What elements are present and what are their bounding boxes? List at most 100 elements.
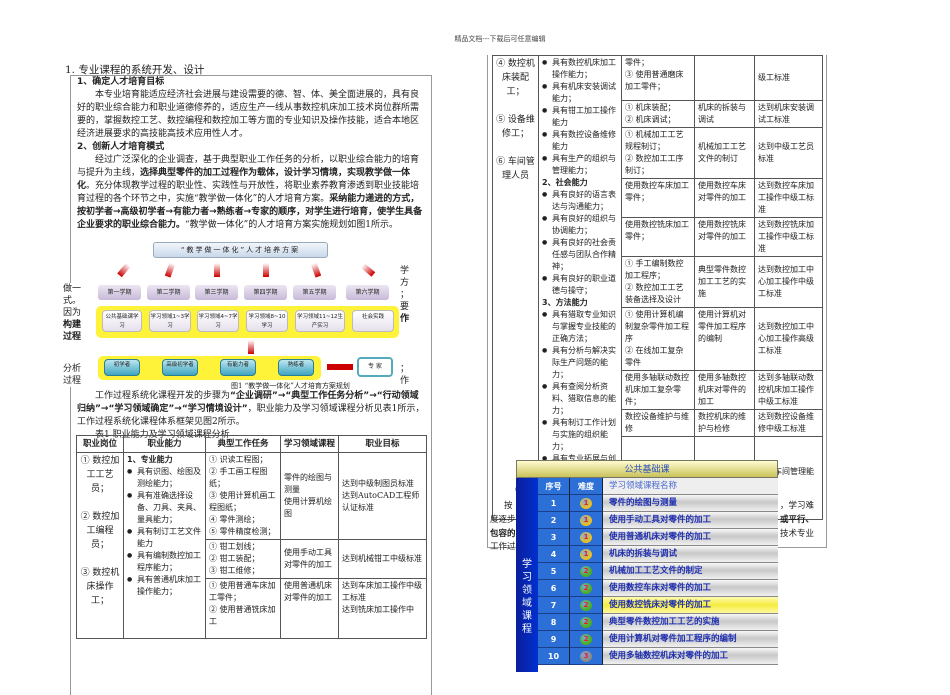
- difficulty-badge-icon: 2: [580, 566, 592, 577]
- course-row: 5 2 机械加工工艺文件的制定: [538, 563, 778, 580]
- goal-cell: 达到车床加工操作中级工标准 达到铣床加工操作中: [338, 578, 427, 639]
- ability-item: 具有猎取专业知识与掌握专业技能的正确方法；: [542, 309, 618, 345]
- course-name: 使用普通机床对零件的加工: [603, 529, 778, 546]
- course-number: 5: [538, 563, 570, 580]
- figure-title: 公共基础课: [516, 460, 778, 478]
- ability-item: 具有识图、绘图及测绘能力；: [127, 466, 202, 490]
- course-name: 使用计算机对零件加工程序的编制: [603, 631, 778, 648]
- difficulty-badge-icon: 2: [580, 617, 592, 628]
- figure-1-diagram: “教学做一体化”人才培养方案 第一学期 第二学期 第三学期 第四学期 第五学期 …: [71, 238, 431, 388]
- course-number: 6: [538, 580, 570, 597]
- diagram-banner: “教学做一体化”人才培养方案: [153, 242, 328, 258]
- task-cell: ① 使用计算机编制复杂零件加工程序 ② 在线加工复杂零件: [621, 307, 695, 371]
- difficulty-cell: 2: [570, 580, 603, 597]
- post: ⑥ 车间管理人员: [496, 157, 535, 181]
- difficulty-cell: 1: [570, 495, 603, 512]
- arrow-icon: [360, 263, 376, 277]
- post: ② 数控加工编程员；: [80, 512, 120, 550]
- side-frag: 过程: [63, 332, 82, 342]
- course-list-figure: 公共基础课 学习领域课程 序号 难度 学习领域课程名称 1 1 零件的绘图与测量 2 1 使用手…: [516, 460, 778, 672]
- paragraph-1: 本专业培育能适应经济社会进展与建设需要的德、智、体、美全面进展的，具有良好的职业…: [77, 90, 420, 139]
- ability-item: 具有准确选择设备、刀具、夹具、量具能力；: [127, 490, 202, 526]
- difficulty-badge-icon: 1: [580, 515, 592, 526]
- header-note: 精品文档---下载后可任意编辑: [454, 35, 546, 43]
- expert-box: 专 家: [357, 357, 393, 377]
- heading-1: 1、确定人才培育目标: [77, 77, 165, 87]
- post: ③ 数控机床操作工；: [80, 568, 120, 606]
- course-name: 使用手动工具对零件的加工: [603, 512, 778, 529]
- course-cell: 使用计算机对零件加工程序的编制: [694, 307, 755, 371]
- course-name: 机床的拆装与调试: [603, 546, 778, 563]
- post: ⑤ 设备维修工；: [496, 115, 535, 139]
- paragraph-3: 工作过程系统化课程开发的步骤为“企业调研”→“典型工作任务分析”→“行动领域归纳…: [77, 390, 427, 429]
- semester-6: 第六学期: [346, 285, 389, 300]
- semester-4: 第四学期: [244, 285, 287, 300]
- goal-cell: 达到数控铣床加工操作中级工标准: [754, 217, 823, 257]
- side-frag: ；: [400, 290, 410, 300]
- ability-table-part1: 职业岗位 职业能力 典型工作任务 学习领域课程 职业目标 ① 数控加工工艺员； …: [76, 435, 427, 639]
- task-cell: ① 手工编制数控加工程序； ② 数控加工工艺装备选择及设计: [621, 256, 695, 308]
- course-cell: 典型零件数控加工工艺的实施: [694, 256, 755, 308]
- side-frag: 分析: [63, 364, 82, 374]
- heading-2: 2、创新人才培育模式: [77, 142, 165, 152]
- semester-5: 第五学期: [293, 285, 336, 300]
- right-text: 技术专业: [780, 529, 815, 539]
- difficulty-cell: 1: [570, 546, 603, 563]
- task-cell: 使用数控车床加工零件；: [621, 178, 695, 218]
- course-name: 零件的绘图与测量: [603, 495, 778, 512]
- course-row: 1 1 零件的绘图与测量: [538, 495, 778, 512]
- difficulty-cell: 难度: [570, 478, 603, 495]
- side-text-right: 学 方 ； 要 作 ； 作: [400, 265, 412, 387]
- col-header: 典型工作任务: [205, 435, 281, 453]
- course-row: 9 2 使用计算机对零件加工程序的编制: [538, 631, 778, 648]
- course-row: 3 1 使用普通机床对零件的加工: [538, 529, 778, 546]
- right-text: 按: [504, 501, 513, 511]
- side-frag: 方: [400, 278, 410, 288]
- course-row: 6 2 使用数控车床对零件的加工: [538, 580, 778, 597]
- side-frag: 要: [400, 302, 410, 312]
- semester-3: 第三学期: [195, 285, 238, 300]
- semester-1: 第一学期: [98, 285, 141, 300]
- side-frag: 因为: [63, 308, 82, 318]
- right-text: 度逐步: [490, 515, 516, 525]
- paragraph-2: 经过广泛深化的企业调查，基于典型职业工作任务的分析，以职业综合能力的培育与提升为…: [77, 154, 427, 232]
- goal-cell: 达到数控加工中心加工操作中级工标准: [754, 256, 823, 308]
- difficulty-cell: 1: [570, 529, 603, 546]
- task-cell: 数控设备维护与维修: [621, 409, 695, 437]
- task-cell: ① 机床装配； ② 机床调试；: [621, 100, 695, 128]
- right-text: 或平行、: [780, 515, 815, 525]
- level-1: 初学者: [104, 359, 140, 376]
- ability-heading: 2、社会能力: [542, 178, 588, 187]
- ability-table-part2: ④ 数控机床装配工； ⑤ 设备维修工； ⑥ 车间管理人员 具有数控机床加工操作能…: [492, 55, 823, 520]
- ability-item: 具有普通机床加工操作能力；: [127, 574, 202, 598]
- side-frag: 作: [400, 376, 410, 386]
- goal-cell: 达到数控设备维修中级工标准: [754, 409, 823, 437]
- course-cell: [694, 55, 755, 101]
- figure-side-label: 学习领域课程: [516, 478, 538, 672]
- course-row: 7 2 使用数控铣床对零件的加工: [538, 597, 778, 614]
- course-cell: 使用普通机床对零件的加工: [280, 578, 339, 639]
- goal-cell: 达到机械钳工中级标准: [338, 539, 427, 579]
- ability-item: 具有良好的组织与协调能力；: [542, 213, 618, 237]
- ability-item: 具有良好的职业道德与操守；: [542, 273, 618, 297]
- course-name: 学习领域课程名称: [603, 478, 778, 495]
- col-header: 学习领域课程: [280, 435, 339, 453]
- stage-2: 学习领域1~3学习: [149, 310, 191, 332]
- arrow-icon: [117, 262, 131, 278]
- side-frag: 过程: [63, 376, 82, 386]
- course-number: 3: [538, 529, 570, 546]
- ability-item: 具有生产的组织与管理能力；: [542, 153, 618, 177]
- p3-a: 工作过程系统化课程开发的步骤为: [95, 391, 231, 401]
- course-number: 7: [538, 597, 570, 614]
- posts-cell: ① 数控加工工艺员； ② 数控加工编程员； ③ 数控机床操作工；: [76, 452, 124, 639]
- col-header: 职业目标: [338, 435, 427, 453]
- arrow-icon: [310, 262, 322, 278]
- ability-item: 具有良好的社会责任感与团队合作精神；: [542, 237, 618, 273]
- stage-band: 公共基础课学习 学习领域1~3学习 学习领域4~7学习 学习领域8~10学习 学…: [96, 306, 399, 338]
- arrow-icon: [263, 263, 269, 277]
- ability-heading: 1、专业能力: [127, 455, 173, 464]
- course-name: 典型零件数控加工工艺的实施: [603, 614, 778, 631]
- stage-1: 公共基础课学习: [102, 310, 142, 332]
- stage-6: 社会实践: [352, 310, 394, 332]
- difficulty-badge-icon: 2: [580, 600, 592, 611]
